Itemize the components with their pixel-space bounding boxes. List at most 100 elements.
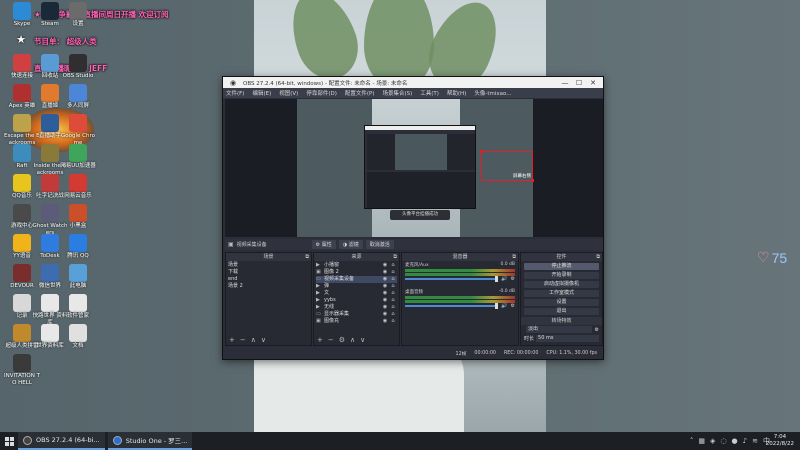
eye-icon[interactable]: ◉ [381, 283, 389, 290]
source-item[interactable]: ▶ 小播窗 ◉ ⌂ [316, 262, 397, 269]
lock-icon[interactable]: ⌂ [389, 283, 397, 290]
lock-icon[interactable]: ⌂ [389, 269, 397, 276]
obs-window[interactable]: ◉ OBS 27.2.4 (64-bit, windows) - 配置文件: 未… [222, 76, 604, 360]
remove-source-icon[interactable]: − [328, 336, 334, 344]
gear-icon[interactable]: ⚙ [339, 336, 345, 344]
source-item[interactable]: ▣ 图像 2 ◉ ⌂ [316, 269, 397, 276]
obs-titlebar[interactable]: ◉ OBS 27.2.4 (64-bit, windows) - 配置文件: 未… [223, 77, 603, 88]
scene-item[interactable]: 下载 [228, 269, 309, 276]
source-item[interactable]: ▣ 图像充 ◉ ⌂ [316, 318, 397, 325]
add-source-icon[interactable]: + [317, 336, 323, 344]
obs-preview[interactable]: 头像平台挂播成功 屏幕右侧 [225, 99, 603, 237]
eye-icon[interactable]: ◉ [381, 290, 389, 297]
menu-item[interactable]: 帮助(H) [447, 89, 466, 97]
lock-icon[interactable]: ⌂ [389, 290, 397, 297]
menu-item[interactable]: 文件(F) [226, 89, 244, 97]
desktop-icon[interactable]: 多人同屏 [60, 84, 96, 110]
scene-item[interactable]: end [228, 276, 309, 283]
duration-input[interactable]: 50 ms [536, 335, 599, 342]
desktop-icon[interactable]: 网易UU加速器 [60, 144, 96, 170]
source-item[interactable]: ▭ 视频采集设备 ◉ ⌂ [316, 276, 397, 283]
chevron-up-icon[interactable]: ˄ [690, 437, 694, 445]
wifi-icon[interactable]: ≋ [752, 437, 758, 445]
control-button[interactable]: 启动虚拟摄像机 [524, 281, 599, 288]
move-up-icon[interactable]: ∧ [350, 336, 355, 344]
lock-icon[interactable]: ⌂ [389, 318, 397, 325]
start-button[interactable] [0, 432, 18, 450]
control-button[interactable]: 开始录制 [524, 272, 599, 279]
lock-icon[interactable]: ⌂ [389, 276, 397, 283]
desktop-icon[interactable]: Google Chrome [60, 114, 96, 146]
volume-slider[interactable] [405, 275, 499, 282]
lock-icon[interactable]: ⌂ [389, 262, 397, 269]
remove-scene-icon[interactable]: − [240, 336, 246, 344]
eye-icon[interactable]: ◉ [381, 276, 389, 283]
gear-icon[interactable]: ⚙ [595, 327, 599, 333]
minimize-icon[interactable]: — [558, 79, 572, 87]
eye-icon[interactable]: ◉ [381, 311, 389, 318]
move-down-icon[interactable]: ∨ [261, 336, 266, 344]
desktop-icon[interactable]: 网易云音乐 [60, 174, 96, 200]
control-button[interactable]: 退出 [524, 308, 599, 315]
source-item[interactable]: ▶ 文 ◉ ⌂ [316, 290, 397, 297]
lock-icon[interactable]: ⌂ [389, 304, 397, 311]
move-up-icon[interactable]: ∧ [251, 336, 256, 344]
desktop-icon[interactable]: 文档 [60, 324, 96, 350]
network-icon[interactable]: ▦ [698, 437, 705, 445]
speaker-icon[interactable]: 🔊 [501, 303, 507, 309]
dock-float-icon[interactable]: ⧉ [393, 253, 397, 261]
menu-item[interactable]: 头像-tmixao... [474, 89, 511, 97]
desktop-icon[interactable]: 设置 [60, 2, 96, 28]
taskbar-item-obs[interactable]: OBS 27.2.4 (64-bi... [18, 432, 105, 450]
desktop-icon[interactable]: OBS Studio [60, 54, 96, 80]
desktop-icon[interactable]: 此电脑 [60, 264, 96, 290]
transition-select[interactable]: 淡出 [526, 326, 592, 333]
properties-button[interactable]: ⚙ 属性 [311, 240, 336, 249]
source-item[interactable]: ▭ 显示器采集 ◉ ⌂ [316, 311, 397, 318]
speaker-icon[interactable]: 🔊 [501, 276, 507, 282]
deactivate-button[interactable]: 取消激活 [365, 240, 394, 249]
control-button[interactable]: 设置 [524, 299, 599, 306]
source-item[interactable]: ▶ 无线 ◉ ⌂ [316, 304, 397, 311]
menu-item[interactable]: 工具(T) [420, 89, 439, 97]
taskbar-item-studio-one[interactable]: Studio One - 罗三... [107, 432, 193, 450]
menu-item[interactable]: 配置文件(P) [345, 89, 375, 97]
gear-icon[interactable]: ⚙ [511, 276, 515, 282]
filters-button[interactable]: ◑ 滤镜 [338, 240, 363, 249]
source-item[interactable]: ▶ 弹 ◉ ⌂ [316, 283, 397, 290]
app-tray-icon[interactable]: ● [732, 437, 738, 445]
volume-slider[interactable] [405, 302, 499, 309]
lock-icon[interactable]: ⌂ [389, 311, 397, 318]
add-scene-icon[interactable]: + [229, 336, 235, 344]
scene-item[interactable]: 场景 [228, 262, 309, 269]
chat-icon[interactable]: ◌ [720, 437, 726, 445]
desktop-icon[interactable]: 小黑盒 [60, 204, 96, 230]
desktop-icon[interactable]: 软件管家 [60, 294, 96, 320]
taskbar-clock[interactable]: 7:04 2022/8/22 [766, 434, 794, 448]
control-button[interactable]: 停止推流 [524, 263, 599, 270]
eye-icon[interactable]: ◉ [381, 318, 389, 325]
lock-icon[interactable]: ⌂ [389, 297, 397, 304]
menu-item[interactable]: 视图(V) [279, 89, 298, 97]
scene-item[interactable]: 场景 2 [228, 283, 309, 290]
eye-icon[interactable]: ◉ [381, 262, 389, 269]
move-down-icon[interactable]: ∨ [360, 336, 365, 344]
dock-float-icon[interactable]: ⧉ [596, 253, 600, 261]
eye-icon[interactable]: ◉ [381, 297, 389, 304]
eye-icon[interactable]: ◉ [381, 304, 389, 311]
maximize-icon[interactable]: ☐ [572, 79, 586, 87]
source-item[interactable]: ▶ yybs ◉ ⌂ [316, 297, 397, 304]
shield-icon[interactable]: ◈ [710, 437, 715, 445]
close-icon[interactable]: ✕ [586, 79, 600, 87]
source-selection-rect[interactable]: 屏幕右侧 [480, 150, 534, 182]
desktop-icon[interactable]: INVITATION TO HELL [4, 354, 40, 386]
menu-item[interactable]: 停靠部件(D) [306, 89, 337, 97]
menu-item[interactable]: 场景集合(S) [382, 89, 412, 97]
desktop-icon[interactable]: 腾讯 QQ [60, 234, 96, 260]
volume-icon[interactable]: ♪ [743, 437, 747, 445]
menu-item[interactable]: 编辑(E) [252, 89, 271, 97]
control-button[interactable]: 工作室模式 [524, 290, 599, 297]
gear-icon[interactable]: ⚙ [511, 303, 515, 309]
dock-float-icon[interactable]: ⧉ [305, 253, 309, 261]
eye-icon[interactable]: ◉ [381, 269, 389, 276]
